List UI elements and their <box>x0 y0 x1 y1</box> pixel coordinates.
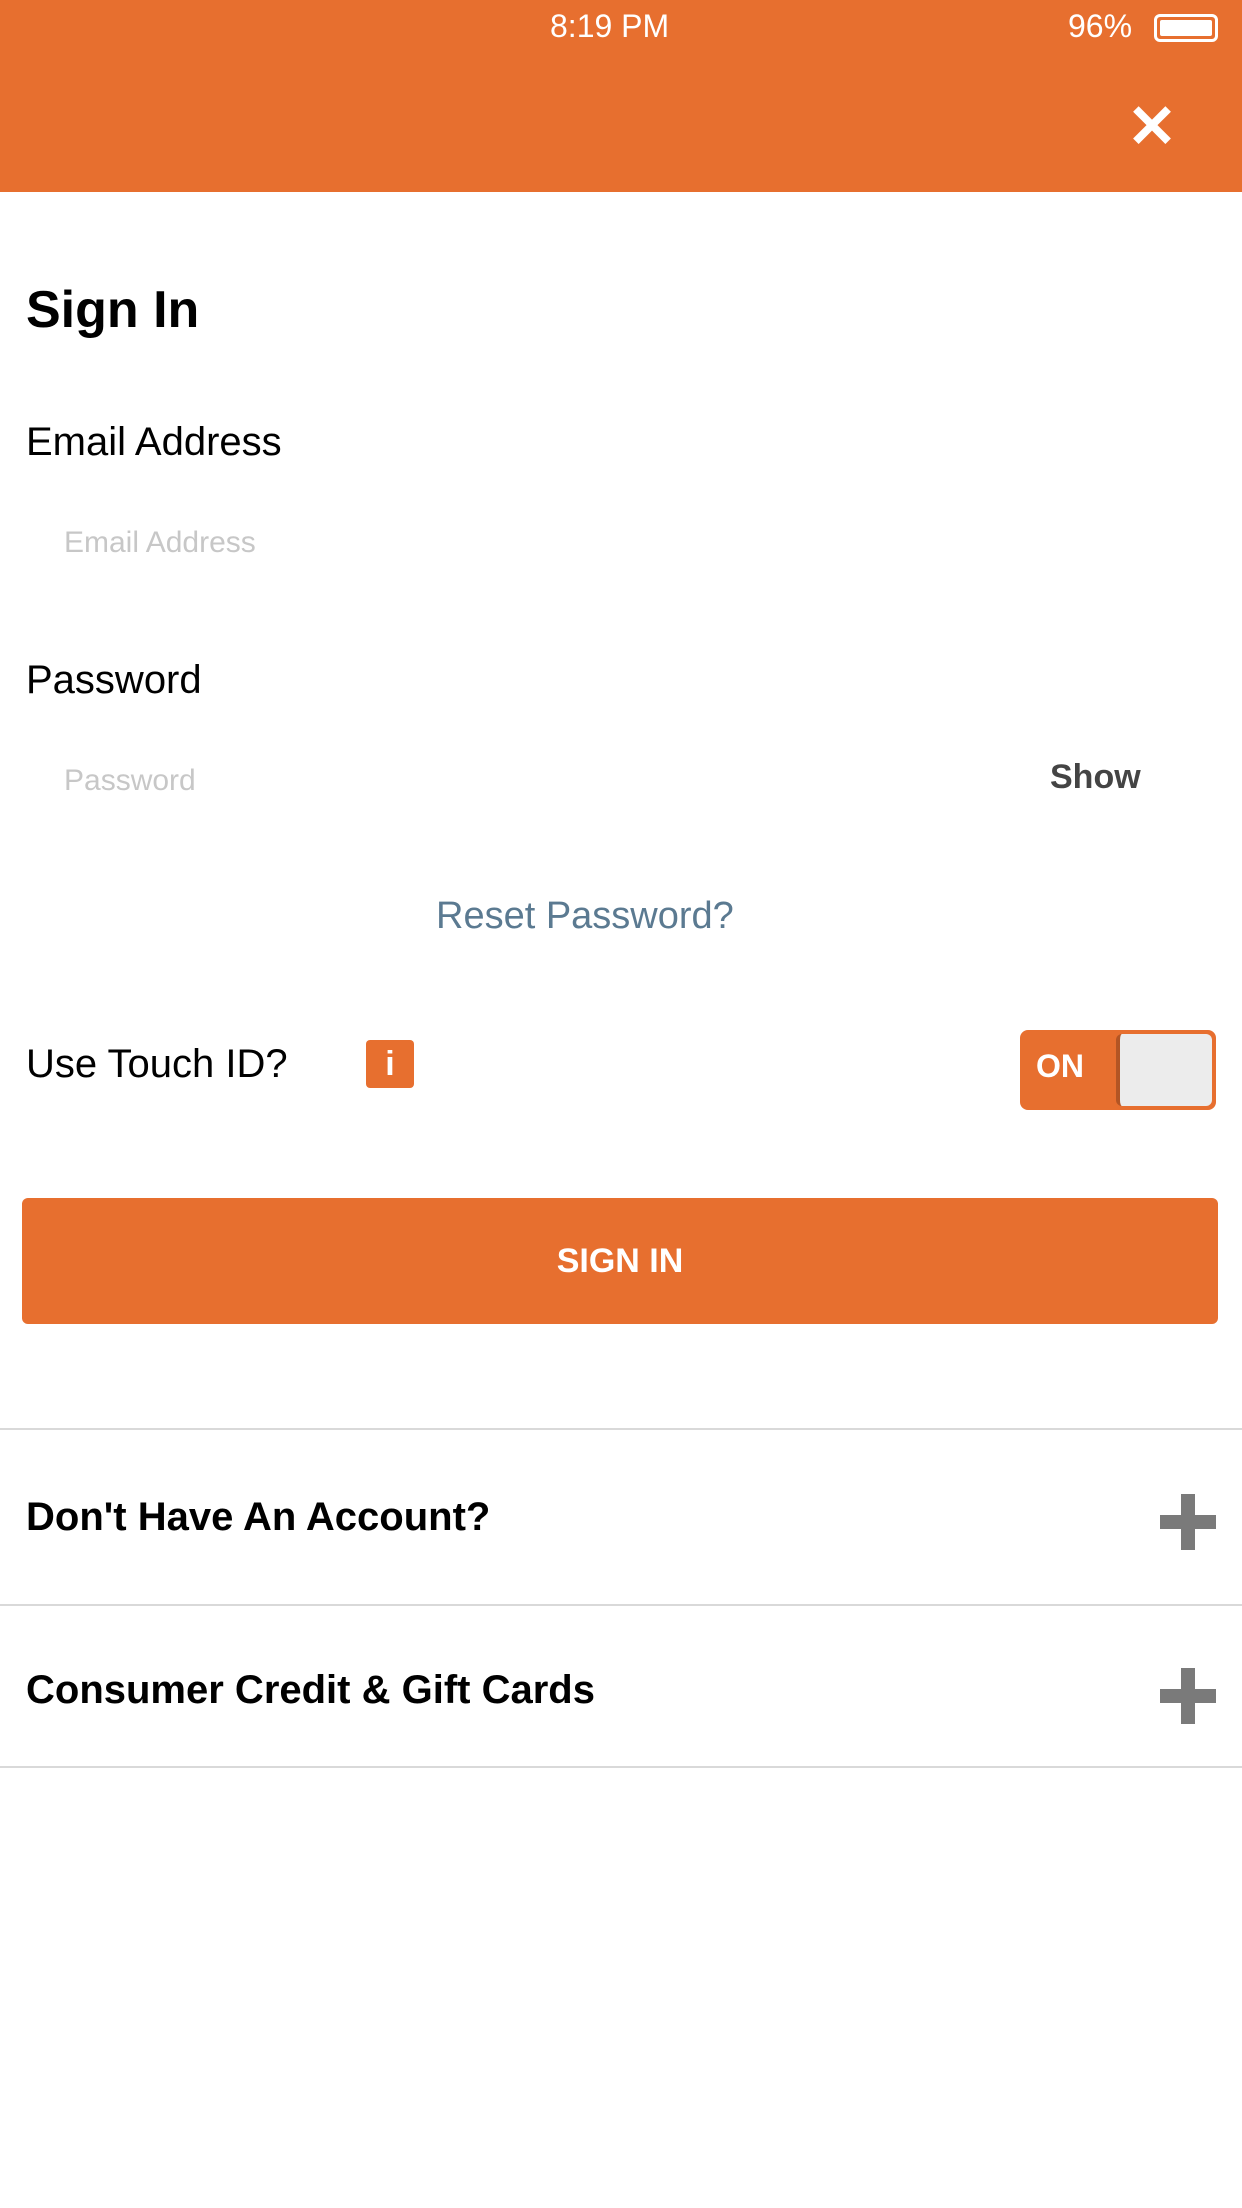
list-item-credit[interactable]: Consumer Credit & Gift Cards <box>0 1606 1242 1766</box>
page-title: Sign In <box>26 281 200 339</box>
list-item-label: Don't Have An Account? <box>26 1495 491 1539</box>
status-bar: 8:19 PM 96% <box>0 0 1242 52</box>
password-placeholder: Password <box>64 764 196 797</box>
battery-icon <box>1154 14 1218 42</box>
close-icon[interactable]: ✕ <box>1120 97 1184 157</box>
status-time: 8:19 PM <box>550 8 670 44</box>
battery-percent: 96% <box>1068 8 1133 44</box>
touch-id-label: Use Touch ID? <box>26 1042 288 1086</box>
list-item-account[interactable]: Don't Have An Account? <box>0 1430 1242 1604</box>
plus-icon <box>1160 1494 1216 1550</box>
switch-on-label: ON <box>1036 1048 1084 1084</box>
email-placeholder: Email Address <box>64 526 256 559</box>
email-field[interactable]: Email Address <box>28 492 1222 596</box>
info-icon[interactable]: i <box>366 1040 414 1088</box>
email-label: Email Address <box>26 420 282 464</box>
reset-password-link[interactable]: Reset Password? <box>436 895 734 938</box>
header-bar <box>0 52 1242 192</box>
show-password-button[interactable]: Show <box>1050 758 1141 797</box>
plus-icon <box>1160 1668 1216 1724</box>
switch-knob[interactable] <box>1116 1034 1212 1106</box>
password-field[interactable]: Password Show <box>20 730 1222 834</box>
password-label: Password <box>26 658 202 702</box>
list-item-label: Consumer Credit & Gift Cards <box>26 1668 595 1712</box>
sign-in-button[interactable]: SIGN IN <box>22 1198 1218 1324</box>
divider <box>0 1766 1242 1768</box>
